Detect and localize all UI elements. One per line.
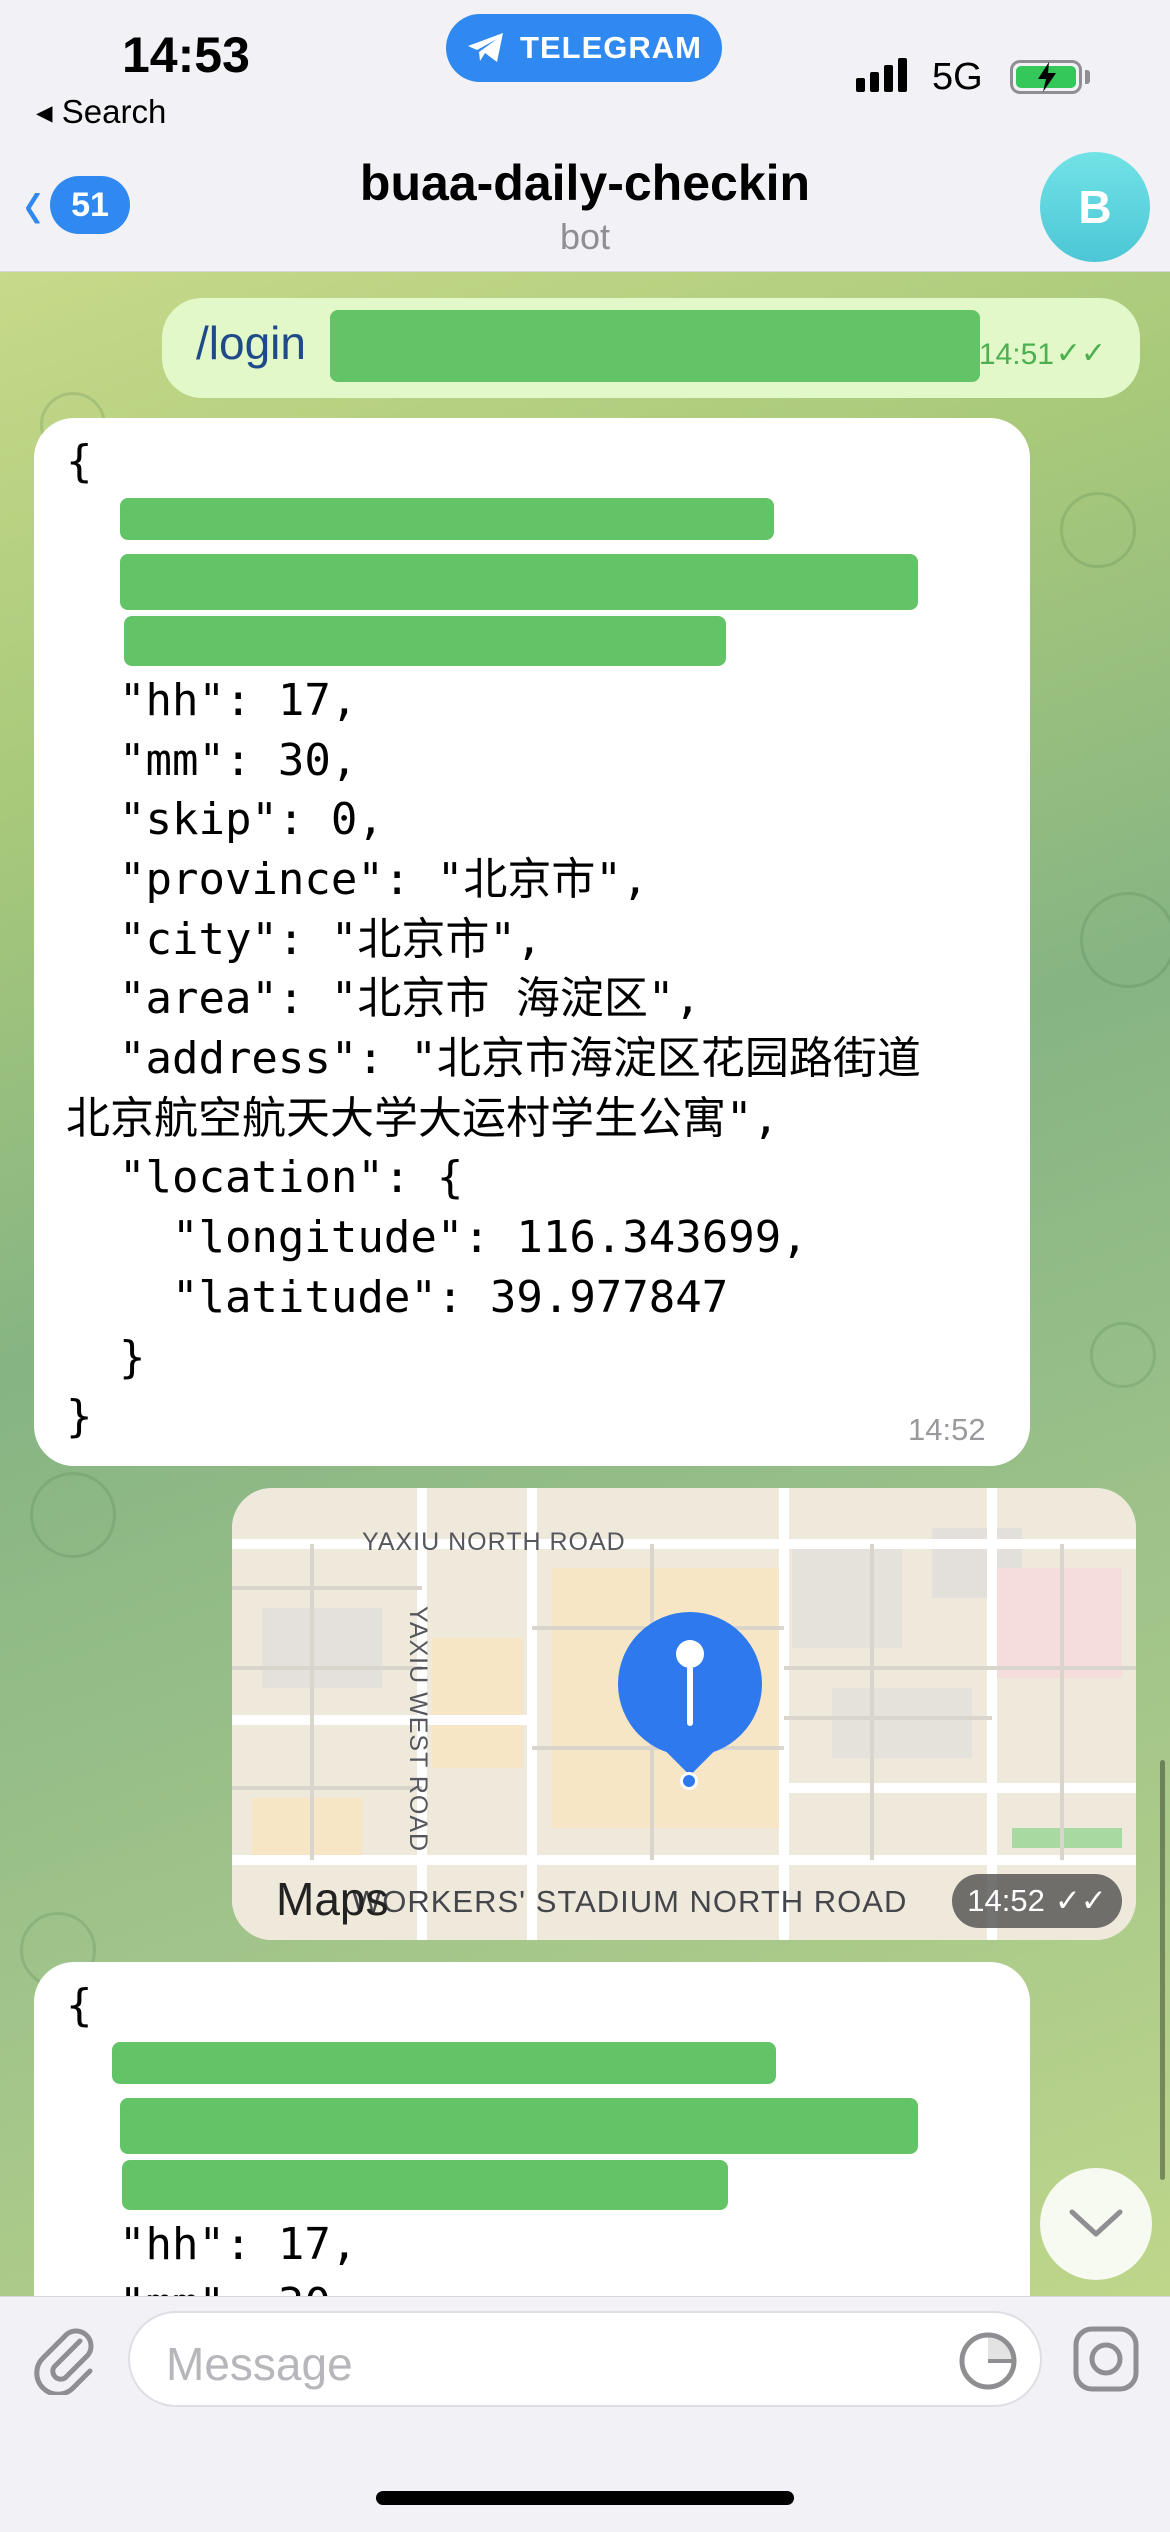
read-checkmarks-icon: ✓✓ <box>1055 337 1106 370</box>
chat-title[interactable]: buaa-daily-checkin <box>0 154 1170 212</box>
charging-bolt-icon <box>1038 62 1056 92</box>
home-indicator <box>376 2491 794 2505</box>
map-road-label: YAXIU NORTH ROAD <box>362 1528 626 1556</box>
chevron-down-icon <box>1069 2209 1123 2237</box>
battery-tip <box>1085 70 1090 84</box>
network-type: 5G <box>932 56 983 98</box>
redacted-block <box>120 2098 918 2154</box>
redacted-block <box>122 2160 728 2210</box>
redacted-block <box>330 310 980 382</box>
telegram-app-pill[interactable]: TELEGRAM <box>446 14 722 82</box>
paper-plane-icon <box>468 33 504 62</box>
scroll-to-bottom-button[interactable] <box>1040 2168 1152 2280</box>
redacted-block <box>124 616 726 666</box>
message-time: 14:52 <box>908 1412 986 1447</box>
paperclip-icon[interactable] <box>28 2319 104 2395</box>
map-road-label: WORKERS' STADIUM NORTH ROAD <box>352 1884 908 1919</box>
camera-icon[interactable] <box>1068 2321 1144 2397</box>
message-time: 14:52 <box>967 1883 1045 1918</box>
message-input-bar: Message <box>0 2296 1170 2532</box>
redacted-block <box>112 2042 776 2084</box>
message-text: { "hh": 17, "mm": 30, <box>66 1980 358 2330</box>
scroll-indicator[interactable] <box>1160 1760 1165 2180</box>
apple-maps-logo: Maps <box>276 1873 389 1925</box>
location-dot <box>680 1772 698 1790</box>
chat-subtitle: bot <box>559 216 611 257</box>
message-time-chip: 14:52 ✓✓ <box>952 1874 1122 1928</box>
redacted-block <box>120 498 774 540</box>
message-input[interactable]: Message <box>128 2311 1042 2407</box>
back-to-app-link[interactable]: ◂ Search <box>36 92 166 131</box>
map-road-label: YAXIU WEST ROAD <box>404 1606 432 1853</box>
telegram-pill-label: TELEGRAM <box>520 30 702 65</box>
message-text: /login <box>196 317 306 369</box>
message-placeholder: Message <box>166 2338 353 2390</box>
outgoing-message[interactable]: /login 14:51 ✓✓ <box>162 298 1140 398</box>
status-bar: 14:53 ◂ Search TELEGRAM 5G <box>0 0 1170 140</box>
location-message[interactable]: YAXIU NORTH ROAD YAXIU WEST ROAD WORKERS… <box>232 1488 1136 1940</box>
sticker-icon[interactable] <box>958 2331 1018 2391</box>
message-time: 14:51 <box>978 338 1054 371</box>
battery-icon <box>1010 60 1082 94</box>
chat-header: ‹ 51 buaa-daily-checkin bot B <box>0 140 1170 272</box>
bot-avatar[interactable]: B <box>1040 152 1150 262</box>
redacted-block <box>120 554 918 610</box>
cellular-signal-icon <box>856 58 907 92</box>
status-time: 14:53 <box>122 27 250 83</box>
read-checkmarks-icon: ✓✓ <box>1054 1883 1107 1918</box>
incoming-message[interactable]: { "hh": 17, "mm": 30, "skip": 0, "provin… <box>34 418 1030 1466</box>
